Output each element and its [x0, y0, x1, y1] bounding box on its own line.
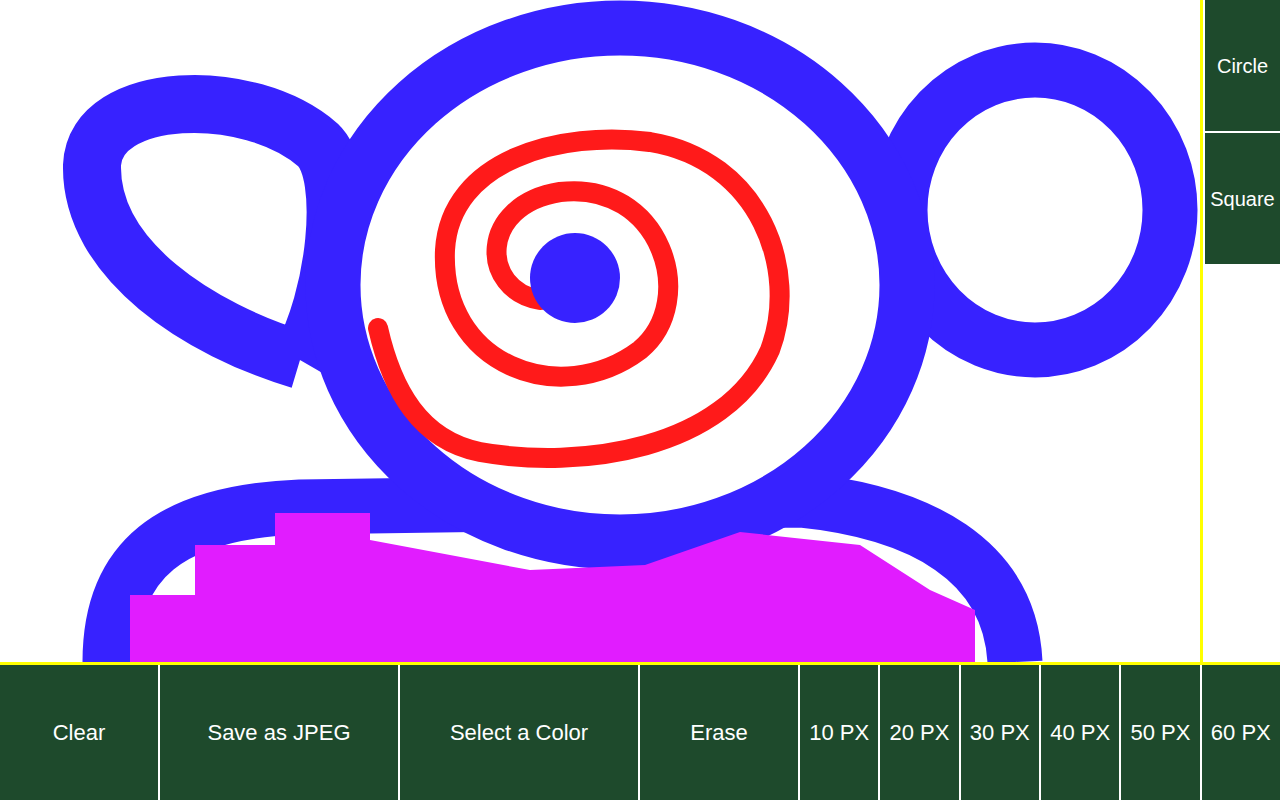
size-button[interactable]: 20 PX [880, 665, 958, 800]
shape-button[interactable]: Square [1205, 133, 1280, 264]
size-button[interactable]: 40 PX [1041, 665, 1119, 800]
size-button[interactable]: 10 PX [800, 665, 878, 800]
divider [1200, 0, 1203, 662]
toolbar-button[interactable]: Erase [640, 665, 798, 800]
work-area: CircleSquare [0, 0, 1280, 662]
toolbar-button[interactable]: Save as JPEG [160, 665, 398, 800]
size-button[interactable]: 60 PX [1202, 665, 1280, 800]
size-button[interactable]: 30 PX [961, 665, 1039, 800]
shape-sidebar: CircleSquare [1203, 0, 1280, 662]
size-button[interactable]: 50 PX [1121, 665, 1199, 800]
toolbar-button[interactable]: Select a Color [400, 665, 638, 800]
canvas-area [0, 0, 1200, 662]
drawing-canvas[interactable] [0, 0, 1200, 662]
shape-button[interactable]: Circle [1205, 0, 1280, 131]
paint-app: CircleSquareClearSave as JPEGSelect a Co… [0, 0, 1280, 800]
toolbar: ClearSave as JPEGSelect a ColorErase10 P… [0, 665, 1280, 800]
toolbar-button[interactable]: Clear [0, 665, 158, 800]
